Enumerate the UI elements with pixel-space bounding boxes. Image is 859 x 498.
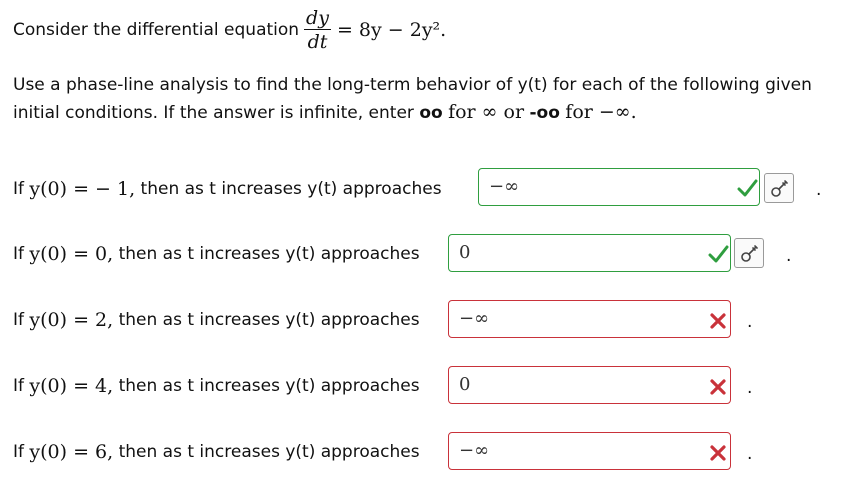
answer-value: 0	[459, 242, 471, 263]
instructions: Use a phase-line analysis to find the lo…	[13, 72, 848, 127]
answer-input[interactable]: −∞	[448, 300, 731, 338]
equation-rhs: = 8y − 2y².	[336, 19, 447, 41]
neg-infinity-entry-hint: -oo	[529, 103, 560, 123]
initial-condition: y(0) = − 1,	[29, 178, 136, 200]
x-mark-icon	[710, 313, 726, 329]
answer-input[interactable]: −∞	[478, 168, 760, 206]
initial-condition: y(0) = 4,	[29, 375, 114, 397]
key-icon	[771, 180, 788, 197]
row-period: .	[816, 180, 822, 200]
infinity-entry-hint: oo	[419, 103, 443, 123]
key-button[interactable]	[764, 173, 794, 203]
question-row: If y(0) = 0, then as t increases y(t) ap…	[13, 243, 420, 265]
question-text: then as t increases y(t) approaches	[118, 376, 420, 396]
initial-condition: y(0) = 0,	[29, 243, 114, 265]
check-icon	[737, 179, 758, 197]
question-row: If y(0) = − 1, then as t increases y(t) …	[13, 178, 442, 200]
check-icon	[708, 245, 729, 263]
answer-input[interactable]: 0	[448, 234, 731, 272]
question-text: then as t increases y(t) approaches	[140, 179, 442, 199]
fraction-bar	[304, 28, 331, 31]
answer-value: −∞	[459, 308, 490, 329]
question-row: If y(0) = 4, then as t increases y(t) ap…	[13, 375, 420, 397]
row-period: .	[747, 312, 753, 332]
row-period: .	[747, 378, 753, 398]
key-icon	[741, 245, 758, 262]
fraction-denominator: dt	[307, 31, 328, 54]
instructions-line-1: Use a phase-line analysis to find the lo…	[13, 75, 812, 95]
answer-value: −∞	[489, 176, 520, 197]
question-text: then as t increases y(t) approaches	[118, 310, 420, 330]
key-button[interactable]	[734, 238, 764, 268]
fraction-numerator: dy	[306, 6, 329, 29]
problem-statement: Consider the differential equation dy dt…	[13, 6, 447, 54]
derivative-fraction: dy dt	[304, 6, 331, 54]
initial-condition: y(0) = 2,	[29, 309, 114, 331]
row-period: .	[747, 444, 753, 464]
question-row: If y(0) = 2, then as t increases y(t) ap…	[13, 309, 420, 331]
instructions-line-2: initial conditions. If the answer is inf…	[13, 101, 637, 123]
answer-input[interactable]: 0	[448, 366, 731, 404]
row-period: .	[786, 246, 792, 266]
answer-value: 0	[459, 374, 471, 395]
answer-input[interactable]: −∞	[448, 432, 731, 470]
x-mark-icon	[710, 445, 726, 461]
x-mark-icon	[710, 379, 726, 395]
intro-text: Consider the differential equation	[13, 20, 300, 40]
question-row: If y(0) = 6, then as t increases y(t) ap…	[13, 441, 420, 463]
answer-value: −∞	[459, 440, 490, 461]
question-text: then as t increases y(t) approaches	[118, 244, 420, 264]
initial-condition: y(0) = 6,	[29, 441, 114, 463]
question-text: then as t increases y(t) approaches	[118, 442, 420, 462]
